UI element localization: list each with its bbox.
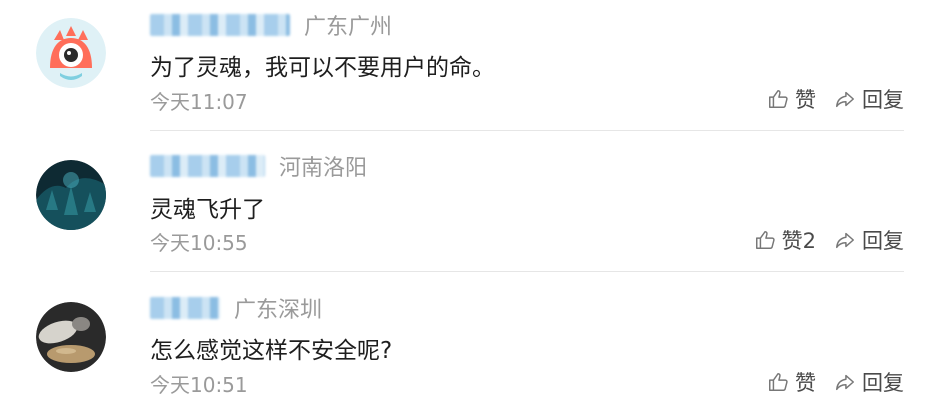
like-button[interactable]: 赞2 bbox=[754, 225, 816, 255]
username-redacted[interactable] bbox=[150, 297, 220, 319]
divider bbox=[150, 271, 904, 272]
reply-label: 回复 bbox=[862, 88, 904, 112]
thumbs-up-icon bbox=[769, 90, 788, 108]
thumbs-up-icon bbox=[755, 231, 775, 249]
location-label: 广东广州 bbox=[304, 15, 393, 40]
forest-photo-avatar-icon bbox=[36, 160, 106, 230]
share-arrow-icon bbox=[836, 374, 854, 391]
reply-button[interactable]: 回复 bbox=[834, 225, 904, 255]
reply-button[interactable]: 回复 bbox=[834, 367, 904, 397]
stones-photo-avatar-icon bbox=[36, 302, 106, 372]
comment-text: 为了灵魂，我可以不要用户的命。 bbox=[150, 55, 495, 81]
thumbs-up-icon bbox=[769, 373, 788, 391]
like-button[interactable]: 赞 bbox=[767, 84, 816, 114]
location-label: 河南洛阳 bbox=[279, 156, 368, 181]
avatar[interactable] bbox=[36, 160, 106, 230]
weibo-eye-avatar-icon bbox=[36, 18, 106, 88]
location-label: 广东深圳 bbox=[234, 298, 323, 323]
share-arrow-icon bbox=[836, 232, 854, 249]
divider bbox=[150, 130, 904, 131]
reply-label: 回复 bbox=[862, 229, 904, 253]
like-count: 赞2 bbox=[781, 229, 816, 253]
username-redacted[interactable] bbox=[150, 14, 290, 36]
like-count: 赞 bbox=[795, 371, 816, 395]
share-arrow-icon bbox=[836, 91, 854, 108]
like-count: 赞 bbox=[795, 88, 816, 112]
timestamp: 今天10:51 bbox=[150, 373, 248, 397]
avatar[interactable] bbox=[36, 18, 106, 88]
avatar[interactable] bbox=[36, 302, 106, 372]
like-button[interactable]: 赞 bbox=[767, 367, 816, 397]
reply-button[interactable]: 回复 bbox=[834, 84, 904, 114]
timestamp: 今天11:07 bbox=[150, 90, 248, 114]
username-redacted[interactable] bbox=[150, 155, 265, 177]
timestamp: 今天10:55 bbox=[150, 231, 248, 255]
comment-text: 灵魂飞升了 bbox=[150, 197, 265, 223]
comment-text: 怎么感觉这样不安全呢? bbox=[150, 338, 393, 364]
reply-label: 回复 bbox=[862, 371, 904, 395]
